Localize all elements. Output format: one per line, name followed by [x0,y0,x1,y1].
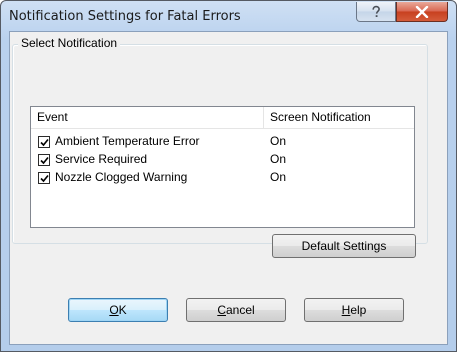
checkbox[interactable] [38,154,50,166]
checkmark-icon [40,156,49,165]
ok-label-rest: K [118,303,127,317]
column-header-event[interactable]: Event [31,107,264,129]
title-bar[interactable]: Notification Settings for Fatal Errors [1,1,456,31]
cancel-label-rest: ancel [225,303,255,317]
screen-notification-value: On [270,134,287,148]
title-help-button[interactable] [356,2,396,22]
list-row[interactable]: Nozzle Clogged Warning On [31,169,414,187]
checkbox[interactable] [38,172,50,184]
help-button[interactable]: Help [304,298,404,322]
group-label: Select Notification [18,36,121,50]
cancel-button[interactable]: Cancel [186,298,286,322]
list-row[interactable]: Service Required On [31,151,414,169]
screen-notification-value: On [270,170,287,184]
checkmark-icon [40,174,49,183]
list-row[interactable]: Ambient Temperature Error On [31,133,414,151]
event-name: Service Required [55,152,148,166]
checkbox[interactable] [38,136,50,148]
help-mnemonic: H [341,303,351,317]
question-mark-icon [372,5,380,17]
screen-notification-value: On [270,152,287,166]
event-name: Ambient Temperature Error [55,134,200,148]
checkmark-icon [40,138,49,147]
default-settings-button[interactable]: Default Settings [272,234,416,258]
event-name: Nozzle Clogged Warning [55,170,188,184]
cancel-mnemonic: C [217,303,226,317]
close-x-icon [415,5,429,18]
title-close-button[interactable] [396,2,448,22]
notification-list[interactable]: Event Screen Notification Ambient Temper… [30,106,415,228]
column-header-screen-notification[interactable]: Screen Notification [264,107,414,129]
list-header: Event Screen Notification [31,107,414,129]
ok-mnemonic: O [109,303,119,317]
window-title: Notification Settings for Fatal Errors [9,9,241,24]
ok-button[interactable]: OK [68,298,168,322]
help-label-rest: elp [350,303,367,317]
